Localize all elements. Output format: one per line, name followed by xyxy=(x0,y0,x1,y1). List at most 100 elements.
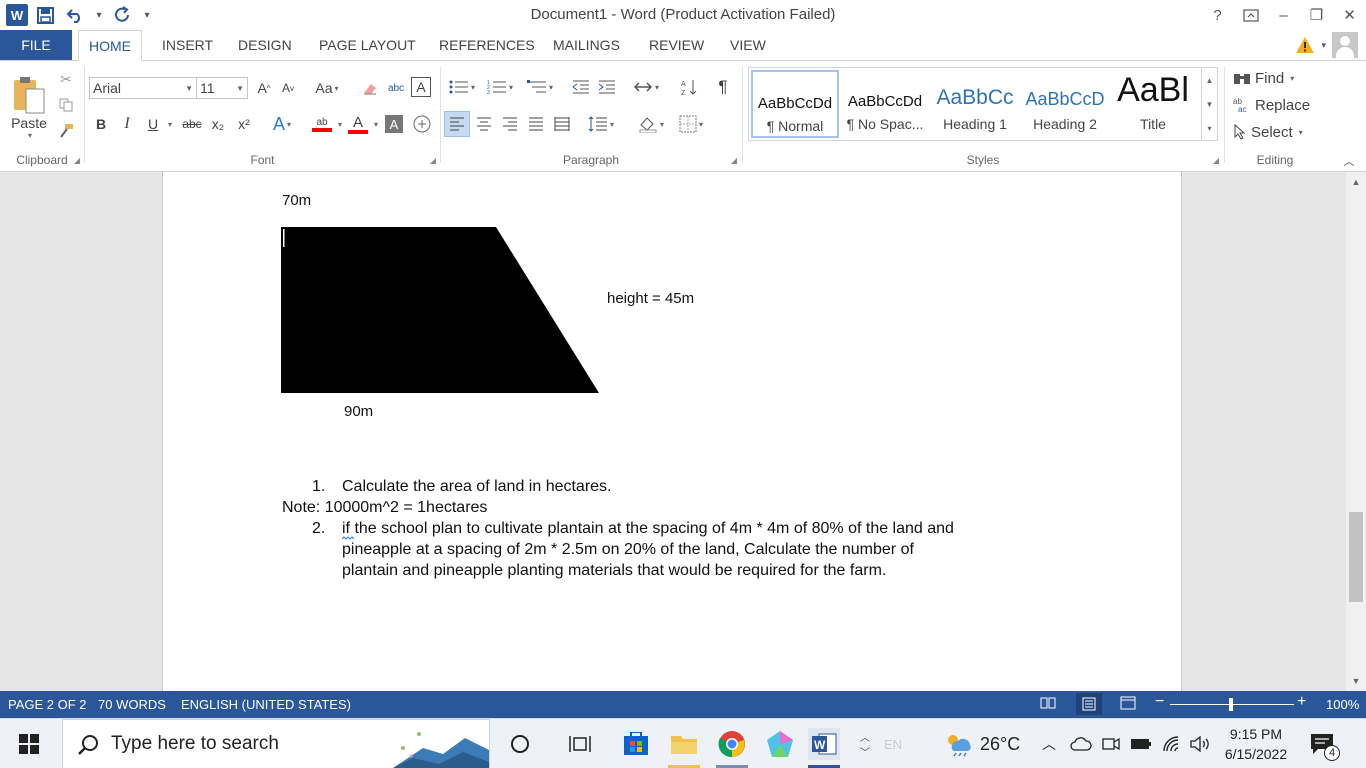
clock[interactable]: 9:15 PM 6/15/2022 xyxy=(1222,719,1290,768)
scrollbar-thumb[interactable] xyxy=(1349,512,1363,602)
battery-icon[interactable] xyxy=(1130,719,1152,768)
language-indicator[interactable]: ENGLISH (UNITED STATES) xyxy=(181,697,351,712)
gallery-down-icon[interactable]: ▼ xyxy=(1201,92,1217,116)
font-color-dropdown-icon[interactable]: ▾ xyxy=(371,113,381,135)
tab-home[interactable]: HOME xyxy=(78,30,142,61)
highlight-color-button[interactable]: ab xyxy=(305,113,339,135)
text-effects-icon[interactable]: A ▾ xyxy=(269,113,295,135)
weather-widget[interactable]: 26°C xyxy=(944,719,1020,768)
clipboard-launcher-icon[interactable]: ◢ xyxy=(74,156,80,165)
italic-button[interactable]: I xyxy=(117,113,137,135)
style-normal[interactable]: AaBbCcDd ¶ Normal xyxy=(751,70,839,138)
account-dropdown-icon[interactable]: ▾ xyxy=(1321,40,1326,51)
paste-button[interactable]: Paste ▾ xyxy=(8,67,50,147)
app-gem-icon[interactable] xyxy=(764,728,796,760)
tab-page-layout[interactable]: PAGE LAYOUT xyxy=(309,30,426,60)
increase-indent-icon[interactable] xyxy=(595,75,619,99)
show-formatting-button[interactable]: ¶ xyxy=(711,75,735,99)
tab-mailings[interactable]: MAILINGS xyxy=(543,30,630,60)
style-heading-1[interactable]: AaBbCc Heading 1 xyxy=(931,70,1019,138)
warning-icon[interactable] xyxy=(1295,36,1315,54)
cut-icon[interactable]: ✂ xyxy=(56,69,76,89)
tab-file[interactable]: FILE xyxy=(0,30,72,60)
bullets-button[interactable]: ▾ xyxy=(445,75,479,99)
cortana-icon[interactable] xyxy=(504,728,536,760)
style-no-spacing[interactable]: AaBbCcDd ¶ No Spac... xyxy=(841,70,929,138)
tray-overflow-arrows[interactable]: ︿ ﹀ xyxy=(860,719,870,768)
align-right-icon[interactable] xyxy=(497,111,523,137)
tab-insert[interactable]: INSERT xyxy=(152,30,223,60)
show-hidden-icons-icon[interactable]: ︿ xyxy=(1042,719,1056,768)
text-direction-button[interactable]: ▾ xyxy=(629,75,663,99)
gallery-up-icon[interactable]: ▲ xyxy=(1201,68,1217,92)
notifications-button[interactable]: 4 xyxy=(1310,719,1340,768)
gallery-more-icon[interactable]: ▾ xyxy=(1201,116,1217,140)
enclose-characters-icon[interactable] xyxy=(411,113,433,135)
character-border-icon[interactable]: A xyxy=(411,77,431,97)
zoom-level[interactable]: 100% xyxy=(1326,697,1359,712)
input-language[interactable]: EN xyxy=(884,719,902,768)
underline-button[interactable]: U xyxy=(143,113,163,135)
multilevel-list-button[interactable]: ▾ xyxy=(523,75,557,99)
style-heading-2[interactable]: AaBbCcD Heading 2 xyxy=(1021,70,1109,138)
select-button[interactable]: Select ▾ xyxy=(1233,121,1303,143)
task-view-icon[interactable] xyxy=(564,728,596,760)
web-layout-icon[interactable] xyxy=(1120,696,1136,713)
trapezoid-shape[interactable] xyxy=(281,227,599,395)
tab-review[interactable]: REVIEW xyxy=(639,30,714,60)
sort-icon[interactable]: AZ xyxy=(677,75,701,99)
font-launcher-icon[interactable]: ◢ xyxy=(430,156,436,165)
taskbar-search-box[interactable]: Type here to search xyxy=(62,719,490,768)
undo-icon[interactable] xyxy=(62,3,88,27)
font-size-box[interactable]: 11 ▼ xyxy=(196,77,248,99)
zoom-in-icon[interactable]: + xyxy=(1297,693,1306,711)
microsoft-store-icon[interactable] xyxy=(620,728,652,760)
decrease-indent-icon[interactable] xyxy=(569,75,593,99)
file-explorer-icon[interactable] xyxy=(668,728,700,760)
page-count[interactable]: PAGE 2 OF 2 xyxy=(8,697,87,712)
underline-dropdown-icon[interactable]: ▾ xyxy=(165,113,175,135)
strikethrough-button[interactable]: abc xyxy=(179,113,205,135)
tab-view[interactable]: VIEW xyxy=(720,30,776,60)
word-taskbar-icon[interactable]: W xyxy=(808,728,840,760)
align-center-icon[interactable] xyxy=(471,111,497,137)
numbering-button[interactable]: 1 2 3 ▾ xyxy=(483,75,517,99)
font-color-button[interactable]: A xyxy=(345,113,371,135)
borders-button[interactable]: ▾ xyxy=(673,111,709,137)
scroll-up-icon[interactable]: ▲ xyxy=(1346,174,1366,190)
word-app-icon[interactable]: W xyxy=(6,4,28,26)
scroll-down-icon[interactable]: ▼ xyxy=(1346,673,1366,689)
text-effects-spell-icon[interactable]: abc xyxy=(385,77,407,99)
styles-launcher-icon[interactable]: ◢ xyxy=(1213,156,1219,165)
copy-icon[interactable] xyxy=(56,95,76,115)
volume-icon[interactable] xyxy=(1190,719,1212,768)
wifi-icon[interactable] xyxy=(1162,719,1182,768)
highlight-dropdown-icon[interactable]: ▾ xyxy=(335,113,345,135)
find-button[interactable]: Find ▾ xyxy=(1233,67,1294,89)
subscript-button[interactable]: x₂ xyxy=(207,113,229,135)
font-name-box[interactable]: Arial ▼ xyxy=(89,77,197,99)
document-page[interactable]: 70m height = 45m 90m 1. Calculate the ar… xyxy=(162,172,1182,691)
vertical-scrollbar[interactable]: ▲ ▼ xyxy=(1346,172,1366,691)
grow-font-button[interactable]: A ^ xyxy=(253,77,275,99)
read-mode-icon[interactable] xyxy=(1040,696,1056,713)
tab-design[interactable]: DESIGN xyxy=(228,30,302,60)
restore-button[interactable]: ❐ xyxy=(1300,0,1333,30)
zoom-out-icon[interactable]: − xyxy=(1155,693,1164,711)
character-shading-icon[interactable]: A xyxy=(385,115,403,133)
align-left-icon[interactable] xyxy=(444,111,470,137)
chrome-icon[interactable] xyxy=(716,728,748,760)
onedrive-icon[interactable] xyxy=(1070,719,1092,768)
minimize-button[interactable]: – xyxy=(1267,0,1300,30)
line-spacing-button[interactable]: ▾ xyxy=(583,111,619,137)
paragraph-launcher-icon[interactable]: ◢ xyxy=(731,156,737,165)
clear-formatting-icon[interactable] xyxy=(359,77,381,99)
format-painter-icon[interactable] xyxy=(56,121,76,141)
start-button[interactable] xyxy=(0,719,58,768)
word-count[interactable]: 70 WORDS xyxy=(98,697,166,712)
undo-dropdown-icon[interactable]: ▾ xyxy=(92,3,106,27)
print-layout-icon[interactable] xyxy=(1076,693,1102,715)
meet-now-icon[interactable] xyxy=(1102,719,1120,768)
customize-qat-icon[interactable]: ▾ xyxy=(140,3,154,27)
shrink-font-button[interactable]: Av xyxy=(277,77,299,99)
